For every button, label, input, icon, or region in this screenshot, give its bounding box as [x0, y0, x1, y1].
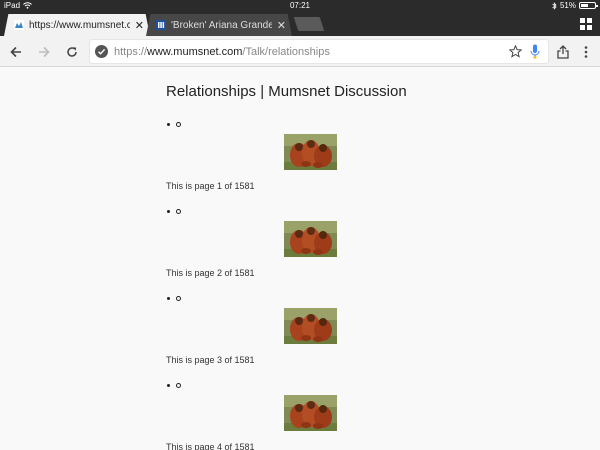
site-info-icon[interactable]: [95, 45, 108, 58]
tab-switcher-icon[interactable]: [580, 18, 592, 30]
bullet-markers: [167, 380, 181, 390]
bookmark-star-icon[interactable]: [509, 45, 522, 58]
reload-icon: [67, 47, 77, 57]
orangutan-image[interactable]: [284, 134, 337, 170]
new-tab-button[interactable]: [293, 17, 325, 31]
status-right: 51%: [552, 1, 598, 10]
page-title: Relationships | Mumsnet Discussion: [166, 83, 407, 100]
back-button[interactable]: [8, 44, 24, 60]
orangutan-image[interactable]: [284, 395, 337, 431]
page-count-text: This is page 1 of 1581: [166, 181, 255, 191]
bullet-markers: [167, 206, 181, 216]
battery-percent: 51%: [559, 1, 576, 10]
list-item: This is page 3 of 1581: [166, 293, 466, 380]
url-host: www.mumsnet.com: [147, 45, 243, 58]
url-scheme: https://: [114, 45, 148, 58]
news-favicon-icon: [156, 20, 166, 30]
share-icon: [557, 45, 569, 59]
forward-button[interactable]: [36, 44, 52, 60]
list-item: This is page 4 of 1581: [166, 380, 466, 450]
bluetooth-icon: [552, 1, 557, 10]
orangutan-image[interactable]: [284, 308, 337, 344]
close-tab-icon[interactable]: ✕: [277, 19, 286, 32]
more-vertical-icon: [584, 46, 588, 58]
status-bar: iPad 07:21 51%: [0, 0, 600, 12]
page-count-text: This is page 3 of 1581: [166, 355, 255, 365]
tab-title: 'Broken' Ariana Grande tweet: [171, 19, 272, 31]
orangutan-image[interactable]: [284, 221, 337, 257]
menu-button[interactable]: [578, 44, 594, 60]
list-item: This is page 2 of 1581: [166, 206, 466, 293]
page-count-text: This is page 4 of 1581: [166, 442, 255, 450]
bullet-markers: [167, 293, 181, 303]
battery-icon: [579, 2, 598, 9]
tab-mumsnet[interactable]: https://www.mumsnet.com/ ✕: [4, 14, 150, 36]
forward-arrow-icon: [39, 46, 50, 58]
tab-strip: https://www.mumsnet.com/ ✕ 'Broken' Aria…: [0, 12, 600, 36]
mumsnet-favicon-icon: [14, 20, 24, 30]
close-tab-icon[interactable]: ✕: [135, 19, 144, 32]
tab-title: https://www.mumsnet.com/: [29, 19, 130, 31]
url-text: https://www.mumsnet.com/Talk/relationshi…: [114, 46, 330, 58]
address-bar[interactable]: https://www.mumsnet.com/Talk/relationshi…: [90, 40, 548, 63]
browser-toolbar: https://www.mumsnet.com/Talk/relationshi…: [0, 36, 600, 67]
tab-ariana-grande[interactable]: 'Broken' Ariana Grande tweet ✕: [146, 14, 292, 36]
share-button[interactable]: [555, 44, 571, 60]
back-arrow-icon: [10, 46, 21, 58]
reload-button[interactable]: [64, 44, 80, 60]
page-content: Relationships | Mumsnet Discussion This …: [0, 67, 600, 450]
clock: 07:21: [289, 1, 311, 10]
page-count-text: This is page 2 of 1581: [166, 268, 255, 278]
bullet-markers: [167, 119, 181, 129]
list-item: This is page 1 of 1581: [166, 119, 466, 206]
microphone-icon[interactable]: [530, 44, 540, 59]
url-path: /Talk/relationships: [242, 45, 330, 58]
